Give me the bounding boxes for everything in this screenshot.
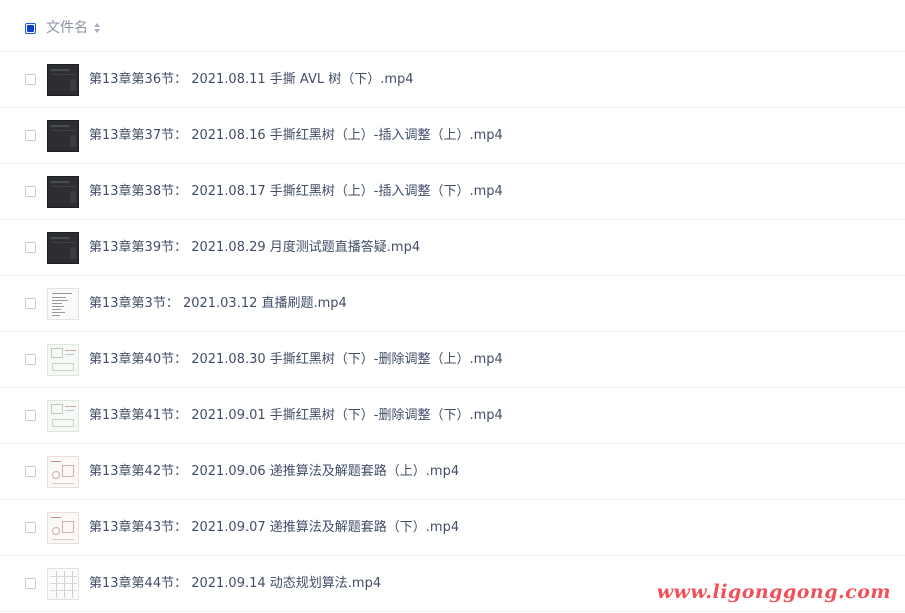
file-row[interactable]: 第13章第40节： 2021.08.30 手撕红黑树（下）-删除调整（上）.mp… bbox=[0, 332, 905, 388]
video-thumbnail[interactable] bbox=[47, 64, 79, 96]
video-thumbnail[interactable] bbox=[47, 400, 79, 432]
row-checkbox[interactable] bbox=[25, 522, 36, 533]
video-thumbnail[interactable] bbox=[47, 512, 79, 544]
row-checkbox[interactable] bbox=[25, 410, 36, 421]
row-checkbox[interactable] bbox=[25, 354, 36, 365]
select-all-checkbox[interactable] bbox=[25, 23, 36, 34]
file-name-link[interactable]: 第13章第39节： 2021.08.29 月度测试题直播答疑.mp4 bbox=[89, 239, 420, 257]
file-list-page: 文件名 第13章第36节： 2021.08.11 手撕 AVL 树（下）.mp4… bbox=[0, 0, 905, 613]
file-name-link[interactable]: 第13章第38节： 2021.08.17 手撕红黑树（上）-插入调整（下）.mp… bbox=[89, 183, 503, 201]
video-thumbnail[interactable] bbox=[47, 344, 79, 376]
file-row[interactable]: 第13章第38节： 2021.08.17 手撕红黑树（上）-插入调整（下）.mp… bbox=[0, 164, 905, 220]
file-row[interactable]: 第13章第37节： 2021.08.16 手撕红黑树（上）-插入调整（上）.mp… bbox=[0, 108, 905, 164]
file-name-link[interactable]: 第13章第37节： 2021.08.16 手撕红黑树（上）-插入调整（上）.mp… bbox=[89, 127, 503, 145]
sort-updown-icon[interactable] bbox=[93, 22, 101, 34]
file-name-link[interactable]: 第13章第3节： 2021.03.12 直播刷题.mp4 bbox=[89, 295, 347, 313]
video-thumbnail[interactable] bbox=[47, 232, 79, 264]
row-checkbox[interactable] bbox=[25, 578, 36, 589]
row-checkbox[interactable] bbox=[25, 186, 36, 197]
select-all-partial-mark bbox=[27, 25, 34, 32]
row-checkbox[interactable] bbox=[25, 242, 36, 253]
file-row[interactable]: 第13章第43节： 2021.09.07 递推算法及解题套路（下）.mp4 bbox=[0, 500, 905, 556]
file-row[interactable]: 第13章第42节： 2021.09.06 递推算法及解题套路（上）.mp4 bbox=[0, 444, 905, 500]
file-name-link[interactable]: 第13章第36节： 2021.08.11 手撕 AVL 树（下）.mp4 bbox=[89, 71, 414, 89]
file-name-link[interactable]: 第13章第43节： 2021.09.07 递推算法及解题套路（下）.mp4 bbox=[89, 519, 459, 537]
row-checkbox[interactable] bbox=[25, 74, 36, 85]
video-thumbnail[interactable] bbox=[47, 176, 79, 208]
video-thumbnail[interactable] bbox=[47, 288, 79, 320]
watermark: www.ligonggong.com bbox=[656, 581, 891, 603]
file-row[interactable]: 第13章第39节： 2021.08.29 月度测试题直播答疑.mp4 bbox=[0, 220, 905, 276]
file-name-link[interactable]: 第13章第44节： 2021.09.14 动态规划算法.mp4 bbox=[89, 575, 381, 593]
video-thumbnail[interactable] bbox=[47, 568, 79, 600]
file-row[interactable]: 第13章第36节： 2021.08.11 手撕 AVL 树（下）.mp4 bbox=[0, 52, 905, 108]
row-checkbox[interactable] bbox=[25, 130, 36, 141]
file-name-link[interactable]: 第13章第40节： 2021.08.30 手撕红黑树（下）-删除调整（上）.mp… bbox=[89, 351, 503, 369]
video-thumbnail[interactable] bbox=[47, 456, 79, 488]
video-thumbnail[interactable] bbox=[47, 120, 79, 152]
file-name-link[interactable]: 第13章第41节： 2021.09.01 手撕红黑树（下）-删除调整（下）.mp… bbox=[89, 407, 503, 425]
column-title-filename[interactable]: 文件名 bbox=[46, 19, 88, 37]
file-name-link[interactable]: 第13章第42节： 2021.09.06 递推算法及解题套路（上）.mp4 bbox=[89, 463, 459, 481]
row-checkbox[interactable] bbox=[25, 298, 36, 309]
file-row[interactable]: 第13章第3节： 2021.03.12 直播刷题.mp4 bbox=[0, 276, 905, 332]
file-row[interactable]: 第13章第41节： 2021.09.01 手撕红黑树（下）-删除调整（下）.mp… bbox=[0, 388, 905, 444]
row-checkbox[interactable] bbox=[25, 466, 36, 477]
file-list-header: 文件名 bbox=[0, 0, 905, 52]
